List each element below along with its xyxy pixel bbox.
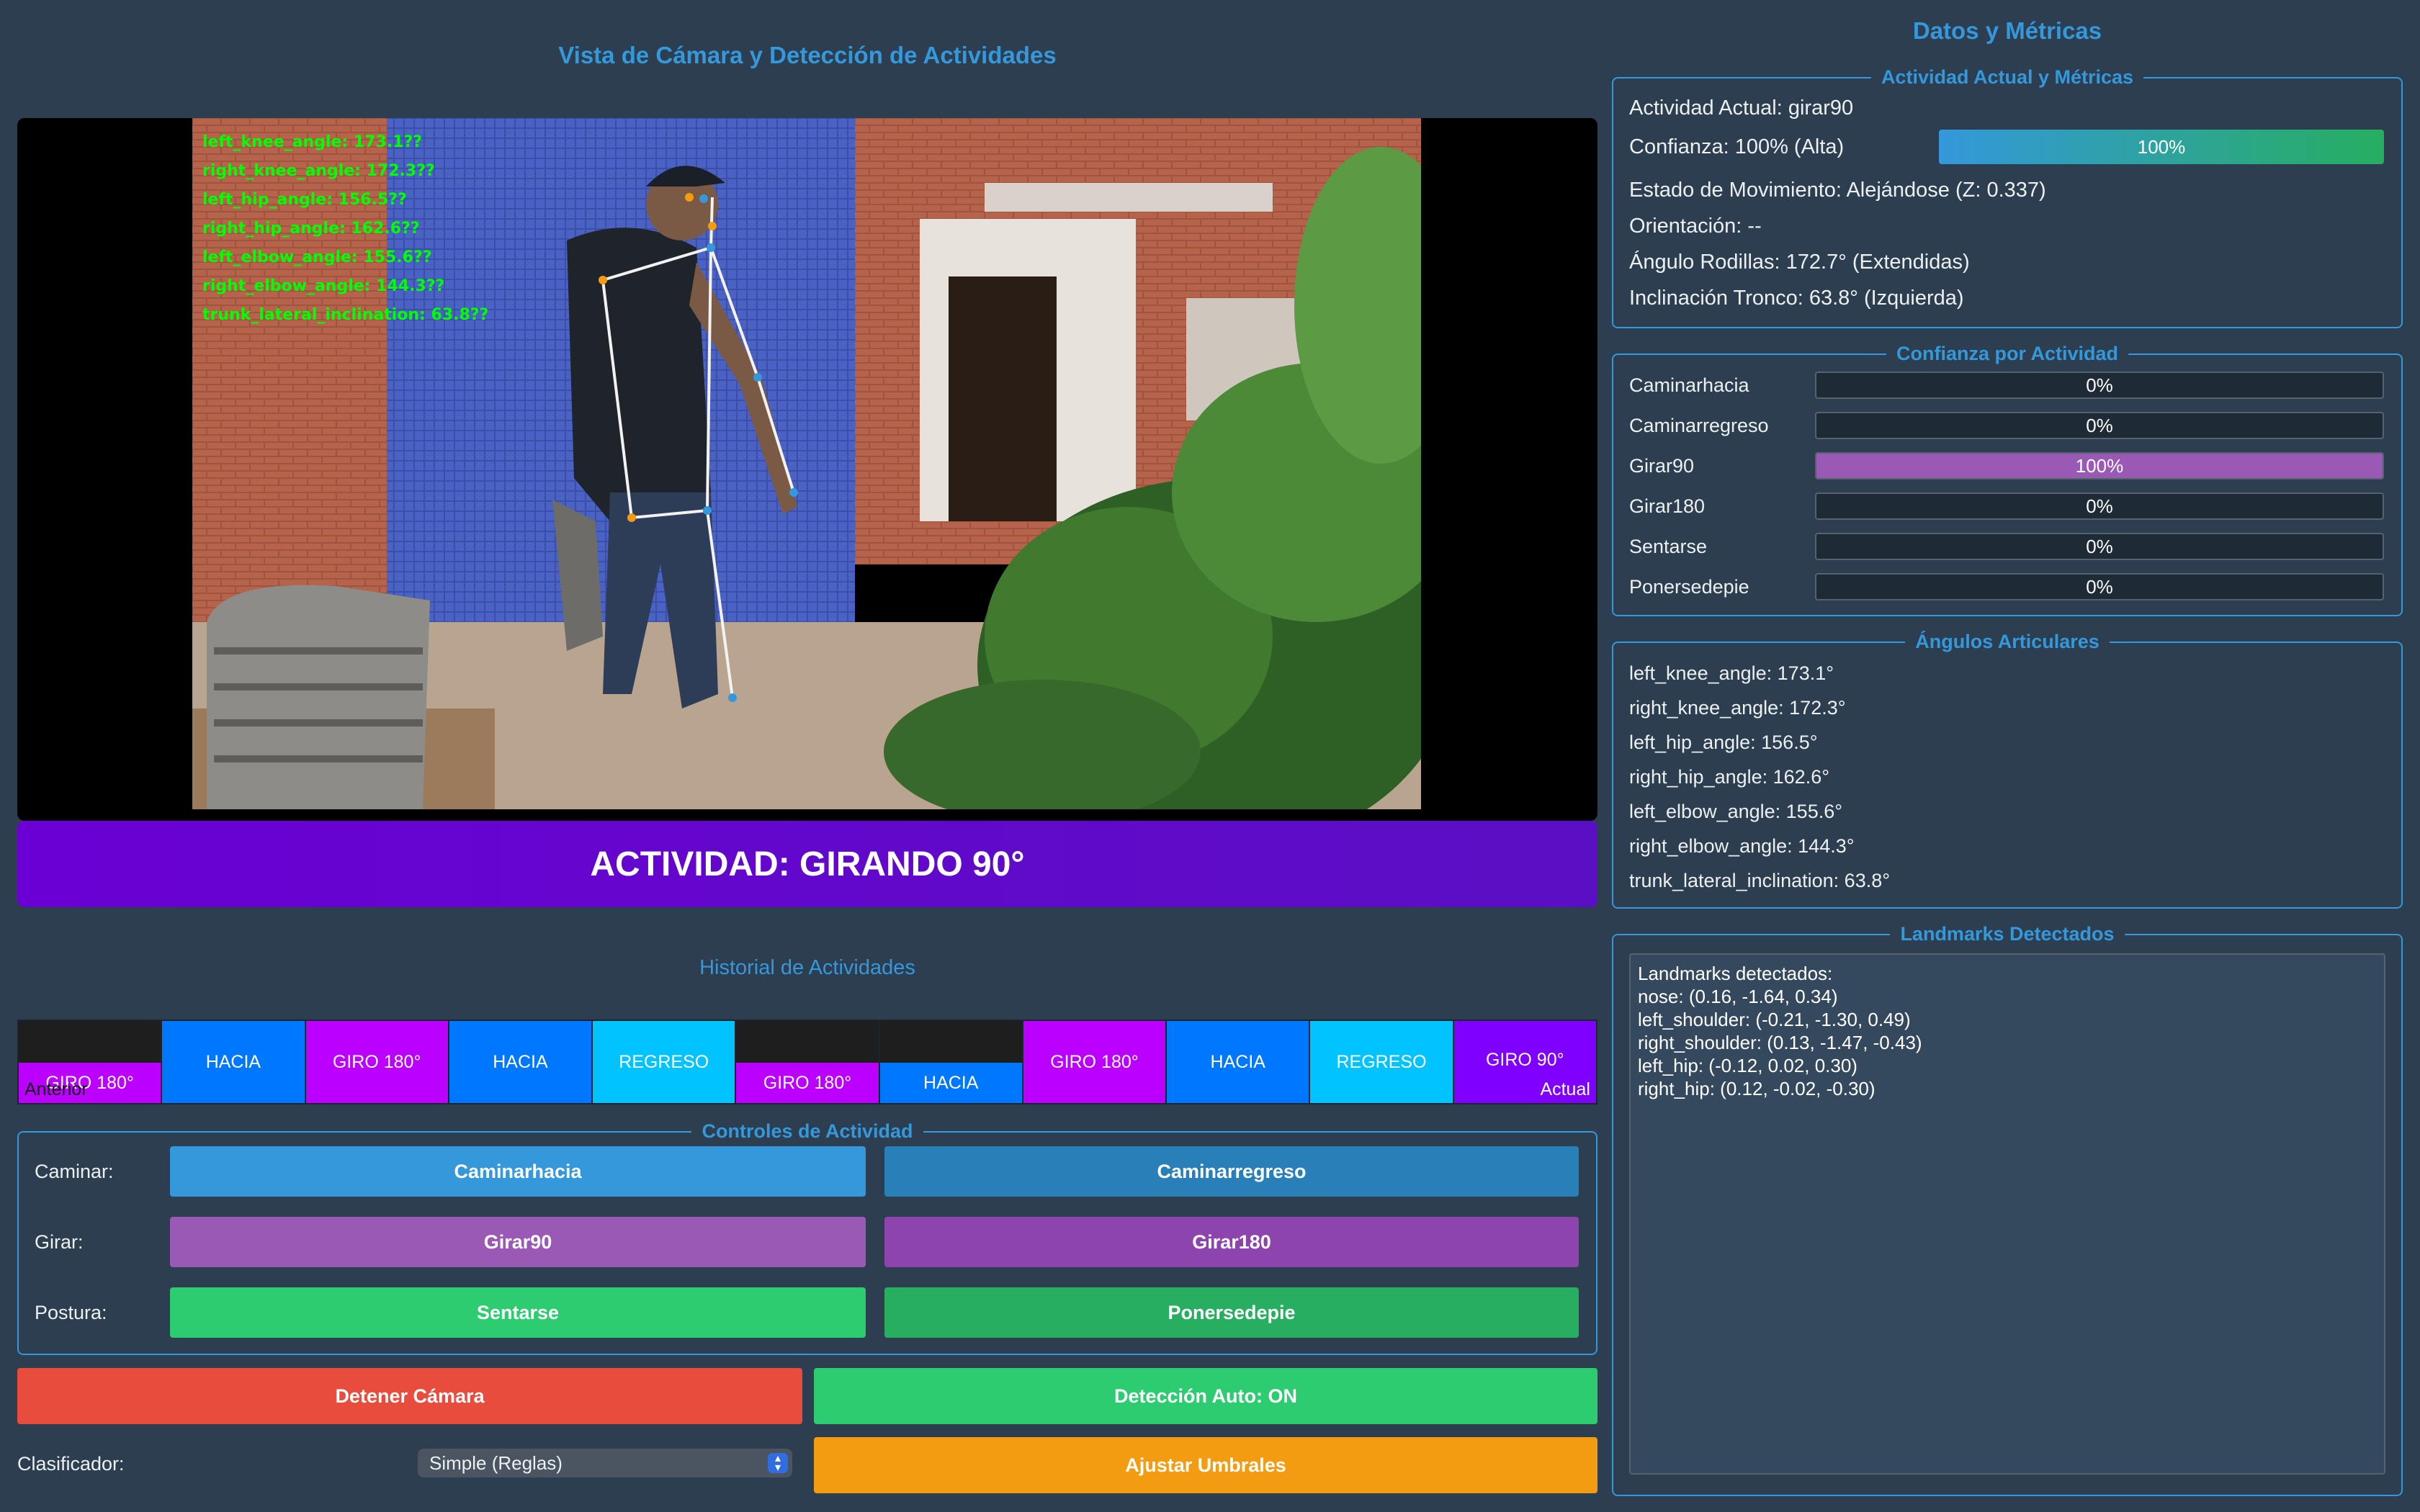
activity-confidence-label: Girar180 [1629,495,1706,517]
activity-confidence-label: Caminarregreso [1629,415,1769,436]
history-item-label: REGRESO [593,1021,735,1103]
history-item: HACIA [162,1021,306,1103]
confidence-text: Confianza: 100% (Alta) [1629,135,1845,158]
confidence-bar-text: 100% [2137,135,2186,158]
posture-label: Postura: [35,1302,107,1323]
activity-confidence-value: 0% [2086,495,2113,517]
history-item-current: GIRO 90° Actual [1453,1021,1596,1103]
adjust-thresholds-button[interactable]: Ajustar Umbrales [814,1437,1597,1493]
activity-confidence-bar: 0% [1815,372,2384,399]
walk-toward-button[interactable]: Caminarhacia [170,1146,866,1197]
history-item: GIRO 180° [305,1021,449,1103]
activity-confidence-label: Girar90 [1629,455,1695,477]
overlay-angle-text: right_hip_angle: 162.6?? [202,220,420,238]
angle-item: trunk_lateral_inclination: 63.8° [1629,870,1891,891]
history-item: HACIA [1167,1021,1311,1103]
overlay-angle-text: right_knee_angle: 172.3?? [202,162,435,180]
history-title: Historial de Actividades [699,956,915,979]
auto-detection-button[interactable]: Detección Auto: ON [814,1368,1597,1424]
history-item: HACIA [879,1021,1023,1103]
landmark-line: left_shoulder: (-0.21, -1.30, 0.49) [1638,1009,1911,1030]
activity-confidence-value: 100% [2075,454,2124,477]
history-note-current: Actual [1540,1079,1590,1099]
activity-confidence-bar: 0% [1815,492,2384,520]
turn-180-button[interactable]: Girar180 [884,1217,1579,1267]
current-activity-legend: Actividad Actual y Métricas [1881,66,2134,88]
classifier-value: Simple (Reglas) [429,1452,563,1474]
landmark-line: right_shoulder: (0.13, -1.47, -0.43) [1638,1032,1922,1053]
overlay-angle-text: left_hip_angle: 156.5?? [202,191,407,209]
activity-confidence-label: Sentarse [1629,536,1708,557]
turn-label: Girar: [35,1231,84,1253]
overlay-angle-text: right_elbow_angle: 144.3?? [202,277,444,295]
activity-confidence-value: 0% [2086,414,2113,436]
landmark-line: Landmarks detectados: [1638,963,1833,984]
activity-confidence-label: Caminarhacia [1629,374,1749,396]
history-item-label: HACIA [1167,1021,1309,1103]
history-item-label: HACIA [162,1021,305,1103]
turn-90-button[interactable]: Girar90 [170,1217,866,1267]
landmarks-legend: Landmarks Detectados [1900,923,2115,945]
activity-history: GIRO 180° Anterior HACIA GIRO 180° HACIA… [17,1020,1597,1104]
history-item: GIRO 180° [1023,1021,1168,1103]
history-note-previous: Anterior [24,1079,88,1099]
angle-item: left_hip_angle: 156.5° [1629,732,1818,753]
history-item-label: REGRESO [1310,1021,1453,1103]
history-item-label: GIRO 180° [1023,1021,1166,1103]
trunk-inclination: Inclinación Tronco: 63.8° (Izquierda) [1629,287,1964,310]
overlay-angle-text: trunk_lateral_inclination: 63.8?? [202,306,488,324]
current-activity-text: Actividad Actual: girar90 [1629,96,1854,120]
history-item: GIRO 180° [736,1021,880,1103]
landmark-line: nose: (0.16, -1.64, 0.34) [1638,986,1838,1007]
history-item: REGRESO [1310,1021,1454,1103]
landmark-line: left_hip: (-0.12, 0.02, 0.30) [1638,1055,1857,1076]
activity-confidence-value: 0% [2086,535,2113,557]
landmark-line: right_hip: (0.12, -0.02, -0.30) [1638,1078,1876,1099]
knee-angle: Ángulo Rodillas: 172.7° (Extendidas) [1629,251,1970,274]
activity-confidence-bar: 0% [1815,573,2384,600]
classifier-label: Clasificador: [17,1453,125,1475]
camera-panel-title: Vista de Cámara y Detección de Actividad… [558,42,1057,68]
angle-item: right_hip_angle: 162.6° [1629,766,1830,788]
overlay-angle-text: left_knee_angle: 173.1?? [202,133,422,151]
orientation: Orientación: -- [1629,215,1762,238]
metrics-panel-title: Datos y Métricas [1912,17,2102,44]
landmarks-text[interactable]: Landmarks detectados: nose: (0.16, -1.64… [1629,953,2385,1475]
history-item-label: HACIA [879,1063,1022,1103]
history-item: GIRO 180° Anterior [19,1021,163,1103]
activity-confidence-value: 0% [2086,575,2113,598]
history-item-label: GIRO 180° [305,1021,448,1103]
activity-confidence-value: 0% [2086,374,2113,396]
walk-label: Caminar: [35,1161,114,1182]
history-item: REGRESO [593,1021,737,1103]
confidence-bar: 100% [1939,130,2384,164]
controls-legend: Controles de Actividad [702,1120,913,1142]
movement-state: Estado de Movimiento: Alejándose (Z: 0.3… [1629,179,2046,202]
sit-down-button[interactable]: Sentarse [170,1287,866,1338]
classifier-select[interactable]: Simple (Reglas) ▴ ▾ [418,1449,792,1477]
walk-back-button[interactable]: Caminarregreso [884,1146,1579,1197]
confidence-per-activity-legend: Confianza por Actividad [1896,343,2119,364]
camera-frame-image: left_knee_angle: 173.1?? right_knee_angle… [192,118,1421,809]
angle-item: left_knee_angle: 173.1° [1629,662,1834,684]
history-item: HACIA [449,1021,593,1103]
chevron-updown-icon: ▴ ▾ [768,1453,788,1474]
angle-item: right_elbow_angle: 144.3° [1629,835,1855,857]
activity-banner: ACTIVIDAD: GIRANDO 90° [17,821,1597,907]
camera-view: left_knee_angle: 173.1?? right_knee_angle… [17,118,1597,821]
joint-angles-legend: Ángulos Articulares [1915,631,2099,652]
stop-camera-button[interactable]: Detener Cámara [17,1368,802,1424]
activity-confidence-bar: 100% [1815,452,2384,480]
stand-up-button[interactable]: Ponersedepie [884,1287,1579,1338]
overlay-angle-text: left_elbow_angle: 155.6?? [202,248,431,266]
angle-item: left_elbow_angle: 155.6° [1629,801,1843,822]
angle-item: right_knee_angle: 172.3° [1629,697,1846,719]
activity-confidence-label: Ponersedepie [1629,576,1749,598]
activity-confidence-bar: 0% [1815,533,2384,560]
activity-confidence-bar: 0% [1815,412,2384,439]
history-item-label: HACIA [449,1021,592,1103]
history-item-label: GIRO 180° [736,1063,879,1103]
